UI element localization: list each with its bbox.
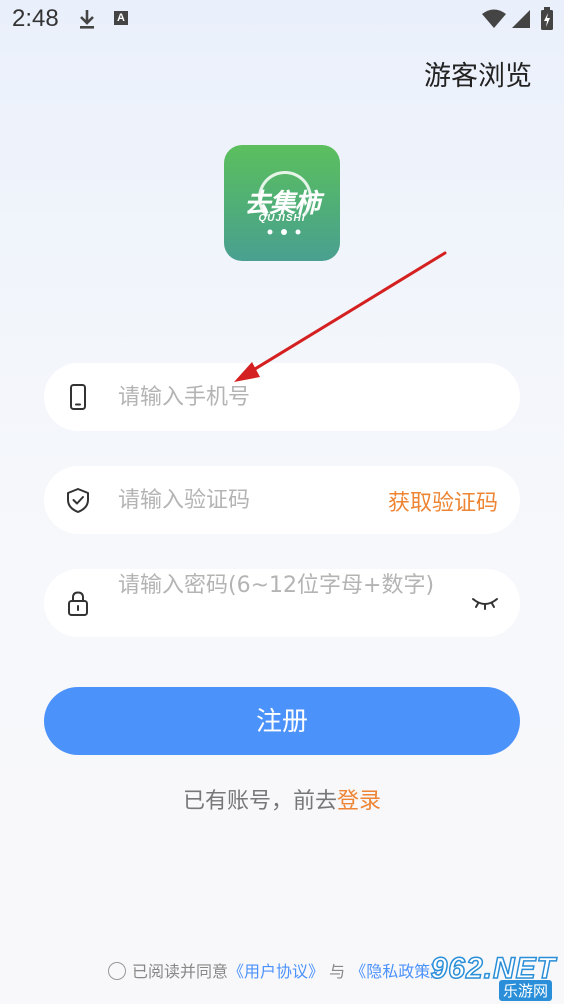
login-prompt: 已有账号，前去登录 [0, 783, 564, 815]
eye-closed-icon[interactable] [470, 593, 500, 613]
user-agreement-link[interactable]: 《用户协议》 [228, 962, 324, 981]
signal-icon [512, 10, 530, 28]
agreement-checkbox[interactable] [108, 962, 126, 980]
app-logo: 去集柿 QUJISHI [224, 145, 340, 261]
wifi-icon [482, 9, 506, 28]
logo-dots [267, 229, 301, 235]
verification-code-field[interactable]: 获取验证码 [44, 466, 520, 534]
agreement-line: 已阅读并同意《用户协议》 与 《隐私政策》 [108, 958, 446, 982]
phone-icon [70, 384, 86, 410]
site-watermark: 962.NET 乐游网 [428, 951, 560, 1001]
accessibility-indicator-icon: A [114, 11, 128, 25]
lock-icon [68, 591, 88, 616]
phone-input[interactable] [118, 363, 388, 431]
status-time: 2:48 [12, 5, 59, 32]
agreement-conjunction: 与 [329, 962, 346, 981]
password-input[interactable]: 请输入密码(6~12位字母+数字) [118, 569, 448, 603]
phone-field[interactable] [44, 363, 520, 431]
register-button[interactable]: 注册 [44, 687, 520, 755]
get-code-button[interactable]: 获取验证码 [388, 485, 498, 517]
shield-check-icon [67, 488, 89, 513]
watermark-sub: 乐游网 [498, 980, 552, 1001]
password-field[interactable]: 请输入密码(6~12位字母+数字) [44, 569, 520, 637]
verification-code-input[interactable] [118, 466, 388, 534]
battery-icon [541, 7, 553, 30]
agreement-prefix: 已阅读并同意 [132, 962, 229, 981]
logo-subtext: QUJISHI [258, 213, 306, 224]
guest-browse-link[interactable]: 游客浏览 [424, 54, 532, 93]
status-bar: 2:48 A [0, 0, 564, 40]
login-link[interactable]: 登录 [337, 789, 381, 814]
download-icon [80, 10, 94, 29]
login-prompt-text: 已有账号，前去 [182, 789, 337, 814]
